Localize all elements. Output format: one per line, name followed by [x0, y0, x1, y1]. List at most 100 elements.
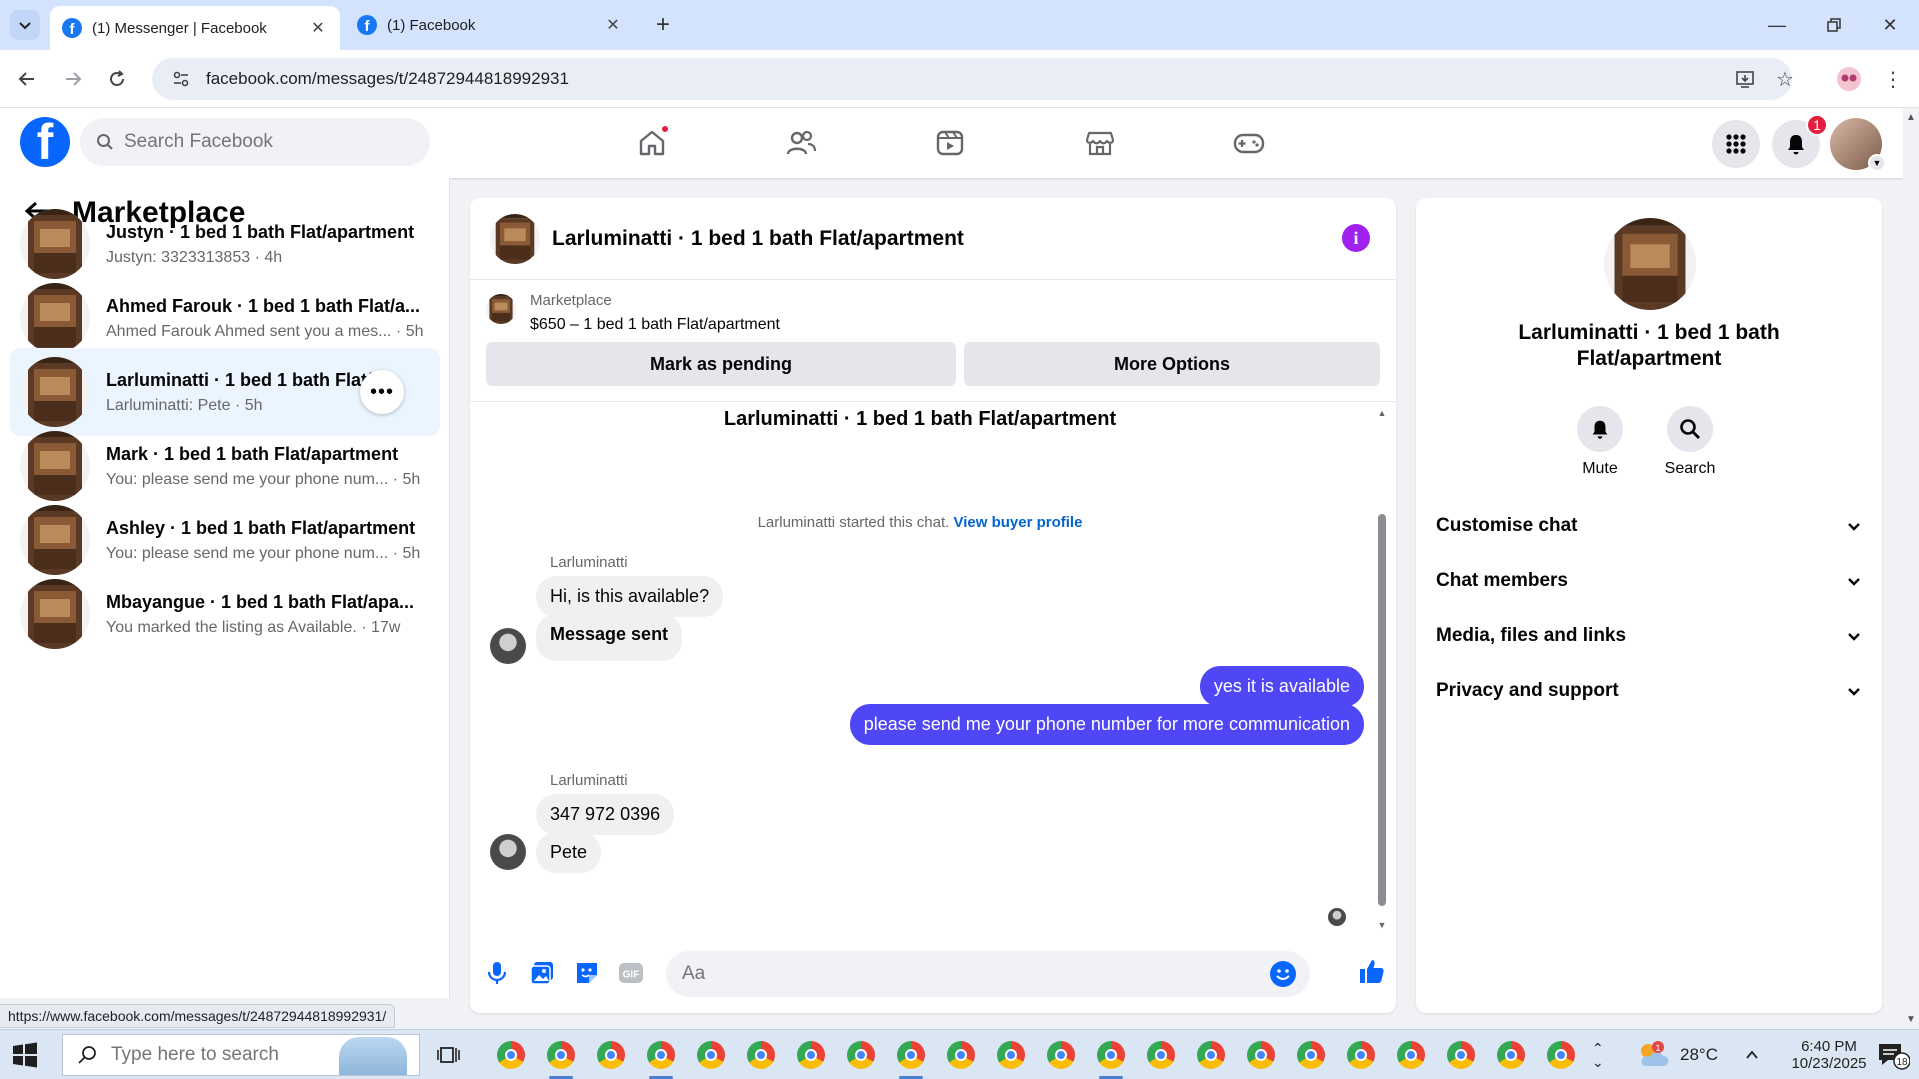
- taskbar-chrome-app[interactable]: [843, 1037, 879, 1073]
- sender-avatar[interactable]: [490, 628, 526, 664]
- microphone-icon[interactable]: [482, 958, 512, 988]
- install-app-icon[interactable]: [1730, 64, 1760, 94]
- minimize-button[interactable]: —: [1757, 10, 1797, 40]
- close-tab-icon[interactable]: ✕: [308, 18, 328, 38]
- tray-overflow-arrows[interactable]: ⌃ ⌄: [1592, 1030, 1604, 1079]
- like-thumb-icon[interactable]: [1356, 956, 1386, 986]
- chat-list-item[interactable]: Mbayangue · 1 bed 1 bath Flat/apa... You …: [10, 570, 440, 658]
- taskbar-search[interactable]: [62, 1034, 420, 1076]
- notification-center-button[interactable]: 18: [1876, 1030, 1910, 1079]
- restore-button[interactable]: [1814, 10, 1854, 40]
- taskbar-chrome-app[interactable]: [1543, 1037, 1579, 1073]
- message-bubble-outgoing[interactable]: please send me your phone number for mor…: [849, 704, 1364, 745]
- scroll-up-arrow-icon[interactable]: ▲: [1376, 408, 1388, 418]
- home-tab[interactable]: [622, 120, 682, 166]
- media-files-links-section[interactable]: Media, files and links: [1436, 616, 1862, 656]
- close-window-button[interactable]: ✕: [1870, 10, 1910, 40]
- search-in-chat-button[interactable]: Search: [1650, 406, 1730, 478]
- marketplace-tab[interactable]: [1070, 120, 1130, 166]
- clock[interactable]: 6:40 PM 10/23/2025: [1784, 1030, 1874, 1079]
- close-tab-icon[interactable]: ✕: [603, 15, 623, 35]
- address-bar[interactable]: facebook.com/messages/t/2487294481899293…: [152, 58, 1792, 100]
- taskbar-chrome-app[interactable]: [1343, 1037, 1379, 1073]
- sender-avatar[interactable]: [490, 834, 526, 870]
- message-bubble[interactable]: Message sent: [536, 614, 683, 661]
- tab-messenger[interactable]: f (1) Messenger | Facebook ✕: [50, 6, 340, 50]
- taskbar-chrome-app[interactable]: [693, 1037, 729, 1073]
- taskbar-chrome-app[interactable]: [1193, 1037, 1229, 1073]
- taskbar-chrome-app[interactable]: [643, 1037, 679, 1079]
- message-bubble[interactable]: 347 972 0396: [536, 794, 675, 835]
- reload-button[interactable]: [102, 64, 132, 94]
- view-buyer-profile-link[interactable]: View buyer profile: [954, 514, 1083, 531]
- facebook-search[interactable]: [80, 118, 430, 166]
- back-button[interactable]: [12, 64, 42, 94]
- taskbar-chrome-app[interactable]: [493, 1037, 529, 1073]
- taskbar-chrome-app[interactable]: [943, 1037, 979, 1073]
- gif-icon[interactable]: GIF: [616, 958, 646, 988]
- info-icon[interactable]: i: [1342, 224, 1370, 252]
- tab-facebook[interactable]: f (1) Facebook ✕: [345, 6, 635, 44]
- tab-search-button[interactable]: [10, 10, 40, 40]
- message-bubble[interactable]: Pete: [536, 832, 602, 873]
- taskbar-chrome-app[interactable]: [1293, 1037, 1329, 1073]
- chat-members-section[interactable]: Chat members: [1436, 561, 1862, 601]
- sticker-icon[interactable]: [572, 958, 602, 988]
- scroll-down-arrow-icon[interactable]: ▼: [1906, 1014, 1916, 1025]
- customise-chat-section[interactable]: Customise chat: [1436, 506, 1862, 546]
- task-view-icon[interactable]: [436, 1042, 462, 1068]
- account-avatar[interactable]: ▼: [1830, 118, 1886, 172]
- message-bubble-outgoing[interactable]: yes it is available: [1199, 666, 1364, 707]
- taskbar-chrome-app[interactable]: [1443, 1037, 1479, 1073]
- message-bubble[interactable]: Hi, is this available?: [536, 576, 724, 617]
- video-icon: [936, 130, 964, 156]
- taskbar-chrome-app[interactable]: [993, 1037, 1029, 1073]
- bookmark-star-icon[interactable]: ☆: [1770, 64, 1800, 94]
- forward-button[interactable]: [58, 64, 88, 94]
- mute-button[interactable]: Mute: [1560, 406, 1640, 478]
- message-thread[interactable]: Larluminatti · 1 bed 1 bath Flat/apartme…: [470, 402, 1396, 932]
- photo-icon[interactable]: [527, 958, 557, 988]
- taskbar-search-input[interactable]: [111, 1044, 341, 1066]
- chrome-icon: [1447, 1041, 1475, 1069]
- facebook-search-input[interactable]: [124, 131, 404, 153]
- emoji-icon[interactable]: [1270, 961, 1296, 987]
- conversation-header[interactable]: Larluminatti · 1 bed 1 bath Flat/apartme…: [470, 198, 1396, 280]
- site-info-icon[interactable]: [170, 68, 192, 90]
- more-options-button[interactable]: More Options: [964, 342, 1380, 386]
- message-input-box[interactable]: [666, 951, 1310, 997]
- gaming-tab[interactable]: [1219, 120, 1279, 166]
- taskbar-chrome-app[interactable]: [1043, 1037, 1079, 1073]
- taskbar-chrome-app[interactable]: [743, 1037, 779, 1073]
- taskbar-chrome-app[interactable]: [1493, 1037, 1529, 1073]
- taskbar-chrome-app[interactable]: [1143, 1037, 1179, 1073]
- taskbar-chrome-app[interactable]: [1093, 1037, 1129, 1079]
- taskbar-chrome-app[interactable]: [593, 1037, 629, 1073]
- video-tab[interactable]: [920, 120, 980, 166]
- taskbar-chrome-app[interactable]: [1393, 1037, 1429, 1073]
- taskbar-chrome-app[interactable]: [793, 1037, 829, 1073]
- privacy-support-section[interactable]: Privacy and support: [1436, 671, 1862, 711]
- listing-avatar: [1604, 218, 1696, 310]
- friends-tab[interactable]: [771, 120, 831, 166]
- profile-avatar-icon[interactable]: [1834, 64, 1864, 94]
- taskbar-chrome-app[interactable]: [893, 1037, 929, 1079]
- menu-button[interactable]: [1712, 120, 1760, 168]
- windows-start-icon[interactable]: [12, 1042, 38, 1068]
- new-tab-button[interactable]: +: [650, 11, 676, 38]
- thread-scrollbar[interactable]: [1378, 514, 1386, 906]
- facebook-logo[interactable]: f: [20, 117, 70, 167]
- scroll-up-arrow-icon[interactable]: ▲: [1906, 112, 1916, 123]
- notifications-button[interactable]: 1: [1772, 114, 1828, 168]
- weather-widget[interactable]: 1 28°C: [1636, 1030, 1718, 1079]
- message-input[interactable]: [682, 963, 1242, 985]
- scroll-down-arrow-icon[interactable]: ▼: [1376, 920, 1388, 930]
- taskbar-chrome-app[interactable]: [1243, 1037, 1279, 1073]
- page-scrollbar[interactable]: ▲ ▼: [1903, 108, 1919, 1029]
- taskbar-chrome-app[interactable]: [543, 1037, 579, 1079]
- system-tray-expand[interactable]: [1744, 1030, 1760, 1079]
- mark-as-pending-button[interactable]: Mark as pending: [486, 342, 956, 386]
- marketplace-icon: [1085, 131, 1115, 156]
- chat-more-options-button[interactable]: •••: [360, 370, 404, 414]
- browser-menu-icon[interactable]: ⋮: [1878, 64, 1908, 94]
